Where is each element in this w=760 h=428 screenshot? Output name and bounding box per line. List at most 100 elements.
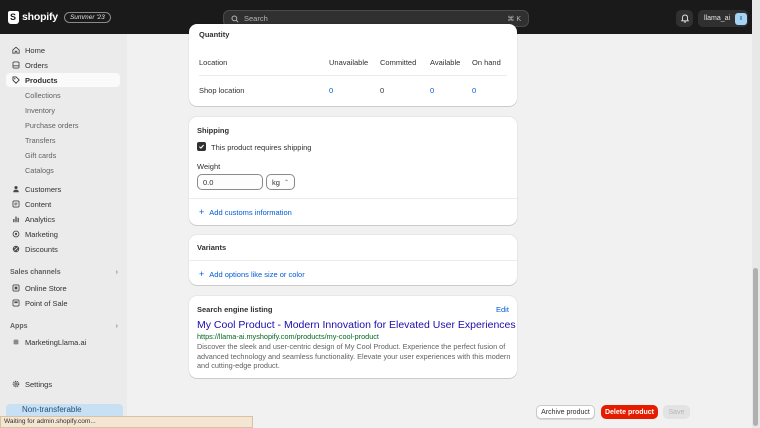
weight-unit-value: kg (272, 177, 280, 187)
quantity-title: Quantity (199, 30, 230, 39)
discount-icon (12, 245, 20, 253)
column-header-unavailable: Unavailable (329, 58, 369, 67)
committed-cell: 0 (380, 86, 385, 95)
scrollbar-thumb[interactable] (753, 268, 758, 426)
chevron-updown-icon: ⌃ (283, 179, 289, 186)
column-header-available: Available (430, 58, 461, 67)
gear-icon (12, 380, 20, 388)
shipping-title: Shipping (197, 126, 230, 135)
search-icon (231, 14, 239, 23)
home-icon (12, 46, 20, 54)
orders-icon (12, 61, 20, 69)
person-icon (13, 185, 19, 193)
requires-shipping-checkbox[interactable] (197, 142, 206, 151)
store-icon (12, 284, 20, 292)
sidebar-item-label: MarketingLlama.ai (25, 337, 87, 347)
seo-card-title: Search engine listing (197, 305, 273, 314)
weight-label: Weight (197, 162, 221, 171)
add-customs-info-link[interactable]: + Add customs information (199, 207, 292, 218)
column-header-on-hand: On hand (472, 58, 501, 67)
checkmark-icon (199, 144, 205, 149)
sidebar-item-discounts[interactable]: Discounts (6, 242, 120, 256)
delete-product-button[interactable]: Delete product (601, 405, 658, 419)
search-placeholder: Search (244, 14, 268, 23)
sales-channels-label: Sales channels (10, 269, 61, 276)
target-icon (12, 230, 20, 238)
sidebar-item-label: Analytics (25, 214, 56, 224)
shopify-logo[interactable]: shopify (8, 10, 58, 24)
content-icon (12, 200, 20, 208)
bell-icon (680, 14, 689, 23)
column-header-committed: Committed (380, 58, 417, 67)
location-cell: Shop location (199, 86, 245, 95)
sidebar-item-home[interactable]: Home (6, 43, 120, 57)
notifications-button[interactable] (676, 10, 693, 27)
shopify-bag-icon (8, 10, 19, 24)
status-tooltip: Waiting for admin.shopify.com... (0, 416, 253, 428)
unavailable-link[interactable]: 0 (329, 86, 333, 95)
sidebar-subitem-inventory[interactable]: Inventory (25, 106, 55, 115)
brand-name: shopify (22, 11, 58, 23)
sidebar-item-label: Home (25, 45, 46, 55)
sidebar-item-orders[interactable]: Orders (6, 58, 120, 72)
pos-icon (12, 299, 20, 307)
sidebar-subitem-purchase-orders[interactable]: Purchase orders (25, 121, 79, 130)
save-button[interactable]: Save (663, 405, 690, 419)
search-shortcut: ⌘ K (507, 15, 521, 23)
sidebar-item-online-store[interactable]: Online Store (6, 281, 120, 295)
sidebar-item-label: Products (25, 75, 58, 85)
sidebar-item-settings[interactable]: Settings (6, 377, 120, 391)
sidebar-item-label: Customers (25, 184, 62, 194)
plus-icon: + (199, 269, 205, 279)
divider (199, 75, 507, 76)
sales-channels-header[interactable]: Sales channels › (10, 269, 118, 276)
sidebar-item-label: Online Store (25, 283, 67, 293)
avatar: ll (735, 12, 748, 25)
sidebar-subitem-collections[interactable]: Collections (25, 91, 61, 100)
available-link[interactable]: 0 (430, 86, 434, 95)
weight-unit-select[interactable]: kg ⌃ (266, 174, 295, 190)
sidebar-subitem-catalogs[interactable]: Catalogs (25, 166, 54, 175)
sidebar-item-label: Point of Sale (25, 298, 68, 308)
apps-label: Apps (10, 323, 28, 330)
sidebar-subitem-transfers[interactable]: Transfers (25, 136, 56, 145)
app-icon (13, 339, 19, 345)
sidebar-item-marketingllama[interactable]: MarketingLlama.ai (6, 335, 120, 349)
apps-header[interactable]: Apps › (10, 323, 118, 330)
chart-icon (13, 216, 19, 223)
sidebar-subitem-gift-cards[interactable]: Gift cards (25, 151, 56, 160)
sidebar-item-customers[interactable]: Customers (6, 182, 120, 196)
add-customs-label: Add customs information (209, 208, 292, 217)
sidebar-item-label: Settings (25, 379, 53, 389)
add-variant-options-link[interactable]: + Add options like size or color (199, 269, 305, 280)
chevron-right-icon: › (115, 323, 118, 330)
requires-shipping-label: This product requires shipping (211, 143, 312, 152)
divider (189, 198, 517, 199)
tag-icon (12, 76, 20, 84)
sidebar-item-content[interactable]: Content (6, 197, 120, 211)
sidebar-item-label: Orders (25, 60, 48, 70)
sidebar-item-analytics[interactable]: Analytics (6, 212, 120, 226)
seo-page-title: My Cool Product - Modern Innovation for … (197, 319, 516, 331)
seo-edit-link[interactable]: Edit (496, 305, 509, 314)
sidebar-item-label: Content (25, 199, 52, 209)
sidebar-item-label: Discounts (25, 244, 58, 254)
column-header-location: Location (199, 58, 228, 67)
seo-description: Discover the sleek and user-centric desi… (197, 342, 511, 371)
chevron-right-icon: › (115, 269, 118, 276)
sidebar-item-marketing[interactable]: Marketing (6, 227, 120, 241)
user-menu[interactable]: llama_ai ll (698, 10, 748, 27)
weight-input[interactable]: 0.0 (197, 174, 263, 190)
divider (189, 260, 517, 261)
sidebar-item-products[interactable]: Products (6, 73, 120, 87)
sidebar-item-label: Marketing (25, 229, 58, 239)
edition-badge[interactable]: Summer '23 (63, 11, 111, 23)
seo-url: https://llama-ai.myshopify.com/products/… (197, 332, 379, 341)
user-name: llama_ai (704, 15, 731, 22)
sidebar-item-point-of-sale[interactable]: Point of Sale (6, 296, 120, 310)
plus-icon: + (199, 207, 205, 217)
add-options-label: Add options like size or color (209, 270, 305, 279)
on-hand-link[interactable]: 0 (472, 86, 476, 95)
archive-product-button[interactable]: Archive product (536, 405, 595, 419)
variants-title: Variants (197, 243, 227, 252)
